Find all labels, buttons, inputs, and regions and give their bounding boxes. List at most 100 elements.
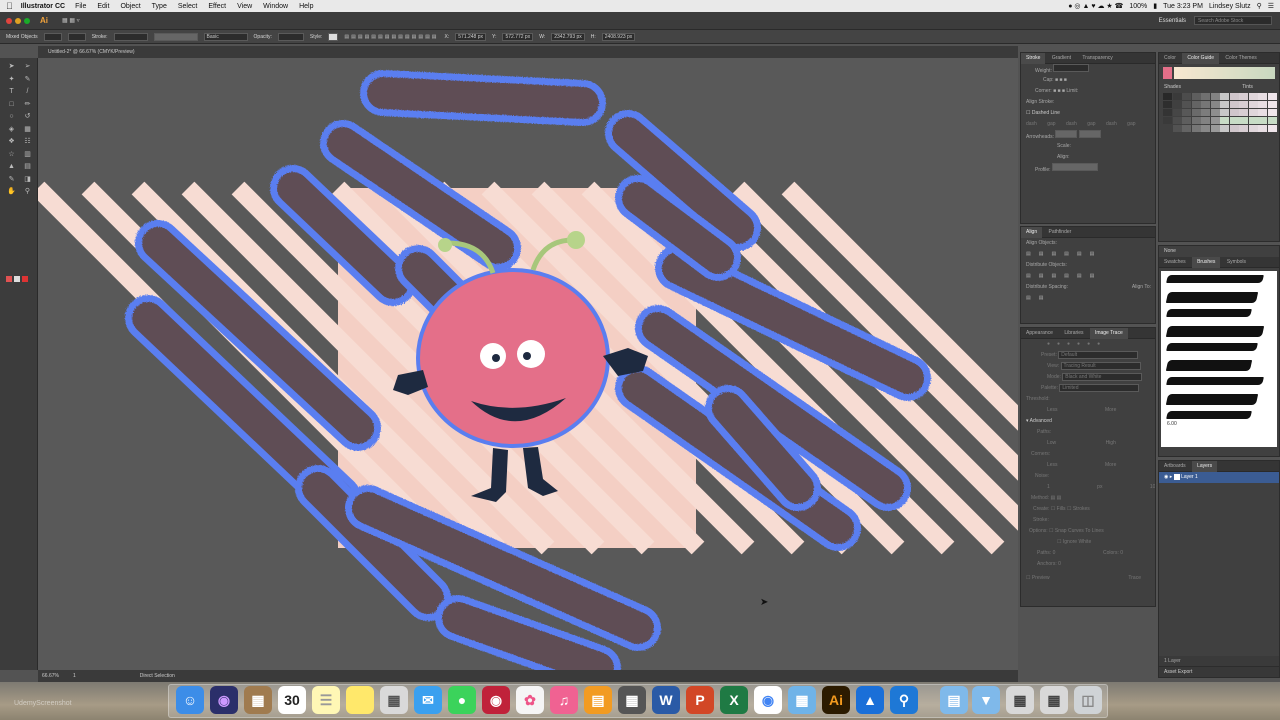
harmony-bar[interactable] [1174, 67, 1275, 79]
color-guide-swatch[interactable] [1258, 117, 1267, 124]
tool-icon[interactable]: ➤ [6, 62, 17, 72]
color-guide-swatch[interactable] [1239, 93, 1248, 100]
color-guide-grid[interactable] [1163, 93, 1277, 133]
harmony-swatches[interactable] [1163, 67, 1275, 79]
tool-icon[interactable]: ○ [6, 112, 17, 122]
color-guide-swatch[interactable] [1239, 109, 1248, 116]
siri-icon[interactable]: ◉ [210, 686, 238, 714]
color-guide-swatch[interactable] [1163, 101, 1172, 108]
color-guide-swatch[interactable] [1220, 109, 1229, 116]
advanced-toggle[interactable]: ▾ Advanced [1021, 416, 1155, 427]
color-guide-swatch[interactable] [1182, 109, 1191, 116]
layer-name[interactable]: Layer 1 [1181, 474, 1198, 480]
tab-artboards[interactable]: Artboards [1159, 461, 1191, 472]
menu-effect[interactable]: Effect [208, 3, 226, 10]
style-swatch[interactable] [328, 32, 339, 41]
mail-icon[interactable]: ✉ [414, 686, 442, 714]
color-guide-swatch[interactable] [1201, 101, 1210, 108]
zoom-window-button[interactable] [24, 17, 30, 24]
h-field[interactable]: 2408.923 px [601, 32, 636, 41]
color-guide-swatch[interactable] [1220, 117, 1229, 124]
base-color-swatch[interactable] [1163, 67, 1172, 79]
color-guide-swatch[interactable] [1220, 93, 1229, 100]
options-row[interactable]: Options: ☐ Snap Curves To Lines [1021, 526, 1155, 537]
battery-icon[interactable]: ▮ [1153, 2, 1157, 10]
tool-icon[interactable]: ▤ [22, 162, 33, 172]
align-icons[interactable]: ▤▤▤▤▤▤▤▤▤▤▤▤▤▤ [344, 34, 438, 40]
close-window-button[interactable] [6, 17, 12, 24]
launchpad-icon[interactable]: ▦ [244, 686, 272, 714]
color-guide-swatch[interactable] [1267, 101, 1277, 108]
preset-select[interactable]: Default [1058, 351, 1139, 359]
tool-icon[interactable]: ↺ [22, 112, 33, 122]
color-guide-swatch[interactable] [1267, 117, 1277, 124]
current-tool[interactable]: Direct Selection [140, 670, 175, 682]
distribute-objects-icons[interactable]: ▤▤▤▤▤▤ [1021, 271, 1155, 282]
menu-object[interactable]: Object [120, 3, 140, 10]
color-guide-swatch[interactable] [1258, 125, 1267, 132]
color-guide-swatch[interactable] [1182, 101, 1191, 108]
color-guide-swatch[interactable] [1267, 125, 1277, 132]
status-icons[interactable]: ● ◎ ▲ ♥ ☁ ★ ☎ [1068, 2, 1123, 10]
brush-preset[interactable] [1166, 309, 1252, 317]
palette-select[interactable]: Limited [1059, 384, 1140, 392]
tool-icon[interactable]: ◨ [22, 175, 33, 185]
color-guide-swatch[interactable] [1182, 93, 1191, 100]
notes-icon[interactable]: ☰ [312, 686, 340, 714]
menu-type[interactable]: Type [152, 3, 167, 10]
color-guide-swatch[interactable] [1258, 101, 1267, 108]
tab-color[interactable]: Color [1159, 53, 1181, 64]
tab-color-guide[interactable]: Color Guide [1182, 53, 1220, 64]
brush-preset[interactable] [1165, 292, 1259, 303]
tab-libraries[interactable]: Libraries [1059, 328, 1088, 339]
color-guide-swatch[interactable] [1239, 125, 1248, 132]
color-guide-swatch[interactable] [1201, 109, 1210, 116]
messages-icon[interactable]: ● [448, 686, 476, 714]
method-row[interactable]: Method: ▤ ▤ [1021, 493, 1155, 504]
opacity-label[interactable]: Opacity: [254, 34, 272, 40]
menu-window[interactable]: Window [263, 3, 288, 10]
tool-icon[interactable]: ▦ [22, 125, 33, 135]
color-guide-swatch[interactable] [1172, 117, 1182, 124]
color-guide-swatch[interactable] [1191, 117, 1201, 124]
preset-icons[interactable]: ●●●●●● [1021, 339, 1155, 350]
color-guide-swatch[interactable] [1201, 125, 1210, 132]
folder-icon[interactable]: ▤ [940, 686, 968, 714]
arrowheads-row[interactable]: Arrowheads: [1021, 130, 1155, 141]
color-guide-swatch[interactable] [1163, 125, 1172, 132]
brush-definition[interactable]: Basic [203, 32, 248, 41]
view-select[interactable]: Tracing Result [1060, 362, 1141, 370]
tool-icon[interactable]: ✋ [6, 187, 17, 197]
color-guide-swatch[interactable] [1163, 117, 1172, 124]
stock-search-input[interactable]: Search Adobe Stock [1194, 16, 1272, 25]
excel-icon[interactable]: X [720, 686, 748, 714]
fill-swatch[interactable] [43, 32, 62, 41]
color-guide-swatch[interactable] [1220, 125, 1229, 132]
dash-fields[interactable]: dash gap dash gap dash gap [1021, 119, 1155, 130]
distribute-spacing-icons[interactable]: ▤▤ [1021, 293, 1155, 304]
preview-row[interactable]: ☐ Preview Trace [1021, 573, 1155, 584]
arrow-end[interactable] [1078, 130, 1101, 138]
color-guide-swatch[interactable] [1210, 101, 1220, 108]
dashed-line-row[interactable]: ☐ Dashed Line [1021, 108, 1155, 119]
asset-export-tab[interactable]: Asset Export [1159, 667, 1192, 677]
color-guide-swatch[interactable] [1248, 109, 1258, 116]
brush-preset[interactable] [1166, 343, 1258, 351]
ibooks-icon[interactable]: ▤ [584, 686, 612, 714]
color-guide-swatch[interactable] [1191, 109, 1201, 116]
color-guide-swatch[interactable] [1267, 93, 1277, 100]
illustrator-icon[interactable]: Ai [822, 686, 850, 714]
stroke-swatch[interactable] [67, 32, 86, 41]
cap-icons[interactable]: ■ ■ ■ [1055, 77, 1067, 83]
powerpoint-icon[interactable]: P [686, 686, 714, 714]
stroke-weight-field[interactable] [113, 32, 148, 41]
tool-icon[interactable]: ❖ [6, 137, 17, 147]
itunes-icon[interactable]: ♫ [550, 686, 578, 714]
threshold-row[interactable]: Threshold: [1021, 394, 1155, 405]
tab-stroke[interactable]: Stroke [1021, 53, 1046, 64]
menu-select[interactable]: Select [178, 3, 197, 10]
stroke-label[interactable]: Stroke: [92, 34, 108, 40]
tab-swatches[interactable]: Swatches [1159, 257, 1191, 268]
color-guide-swatch[interactable] [1210, 125, 1220, 132]
color-guide-swatch[interactable] [1248, 101, 1258, 108]
